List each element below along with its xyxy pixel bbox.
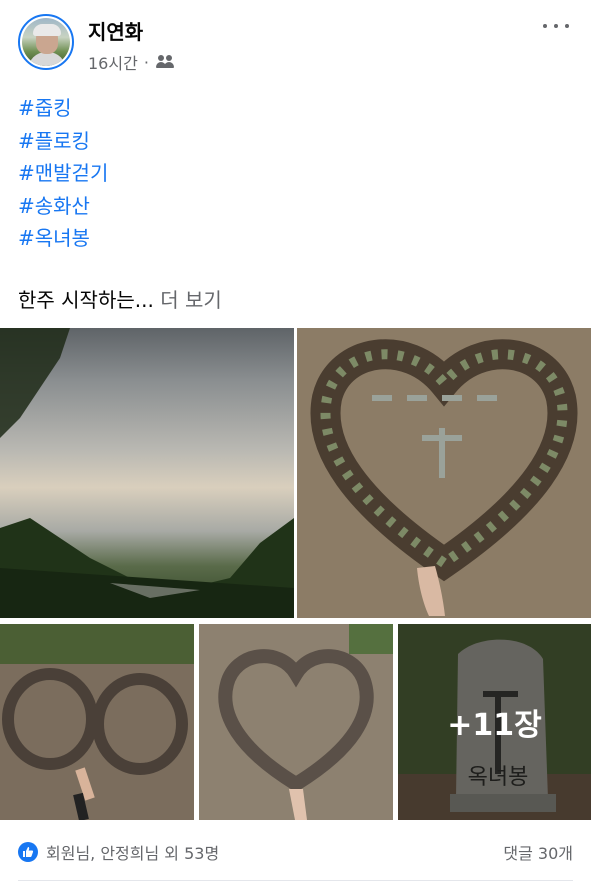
meta-separator: · [143, 52, 149, 72]
post-header: 지연화 16시간 · [0, 0, 591, 85]
post-text: 한주 시작하는... [18, 288, 154, 312]
hashtag-link[interactable]: #플로킹 [18, 125, 108, 158]
author-name[interactable]: 지연화 [88, 16, 143, 45]
see-more-link[interactable]: 더 보기 [160, 288, 222, 312]
thumbs-up-icon [23, 847, 34, 857]
hashtag-list: #줍킹 #플로킹 #맨발걷기 #송화산 #옥녀봉 [18, 92, 108, 255]
post-meta: 16시간 · [88, 50, 175, 74]
hashtag-link[interactable]: #줍킹 [18, 92, 108, 125]
more-photos-count: +11장 [447, 708, 542, 743]
photo-summit-stone[interactable]: 옥녀봉 +11장 [398, 624, 591, 820]
comments-count[interactable]: 댓글 30개 [503, 840, 573, 864]
photo-stone-heart[interactable] [199, 624, 393, 820]
stone-heart-art [199, 624, 393, 820]
photo-sky[interactable] [0, 328, 294, 618]
avatar-photo [22, 18, 70, 66]
photo-pinecone-heart[interactable] [297, 328, 591, 618]
hashtag-link[interactable]: #송화산 [18, 190, 108, 223]
hashtag-link[interactable]: #옥녀봉 [18, 222, 108, 255]
photo-grid: 옥녀봉 +11장 [0, 328, 591, 820]
post-footer: 회원님, 안정희님 외 53명 댓글 30개 [0, 838, 591, 868]
hashtag-link[interactable]: #맨발걷기 [18, 157, 108, 190]
sky-photo-art [0, 328, 294, 618]
pinecone-heart-art [297, 328, 591, 618]
photo-double-heart[interactable] [0, 624, 194, 820]
double-heart-art [0, 624, 194, 820]
friends-icon [155, 55, 175, 69]
more-options-icon[interactable] [543, 16, 569, 36]
post-time[interactable]: 16시간 [88, 50, 138, 74]
footer-divider [18, 880, 573, 881]
more-photos-overlay[interactable]: +11장 [398, 624, 591, 820]
author-avatar[interactable] [18, 14, 74, 70]
reactions-summary[interactable]: 회원님, 안정희님 외 53명 [46, 840, 219, 864]
post-body: 한주 시작하는... 더 보기 [18, 284, 222, 313]
like-reaction-icon [18, 842, 38, 862]
